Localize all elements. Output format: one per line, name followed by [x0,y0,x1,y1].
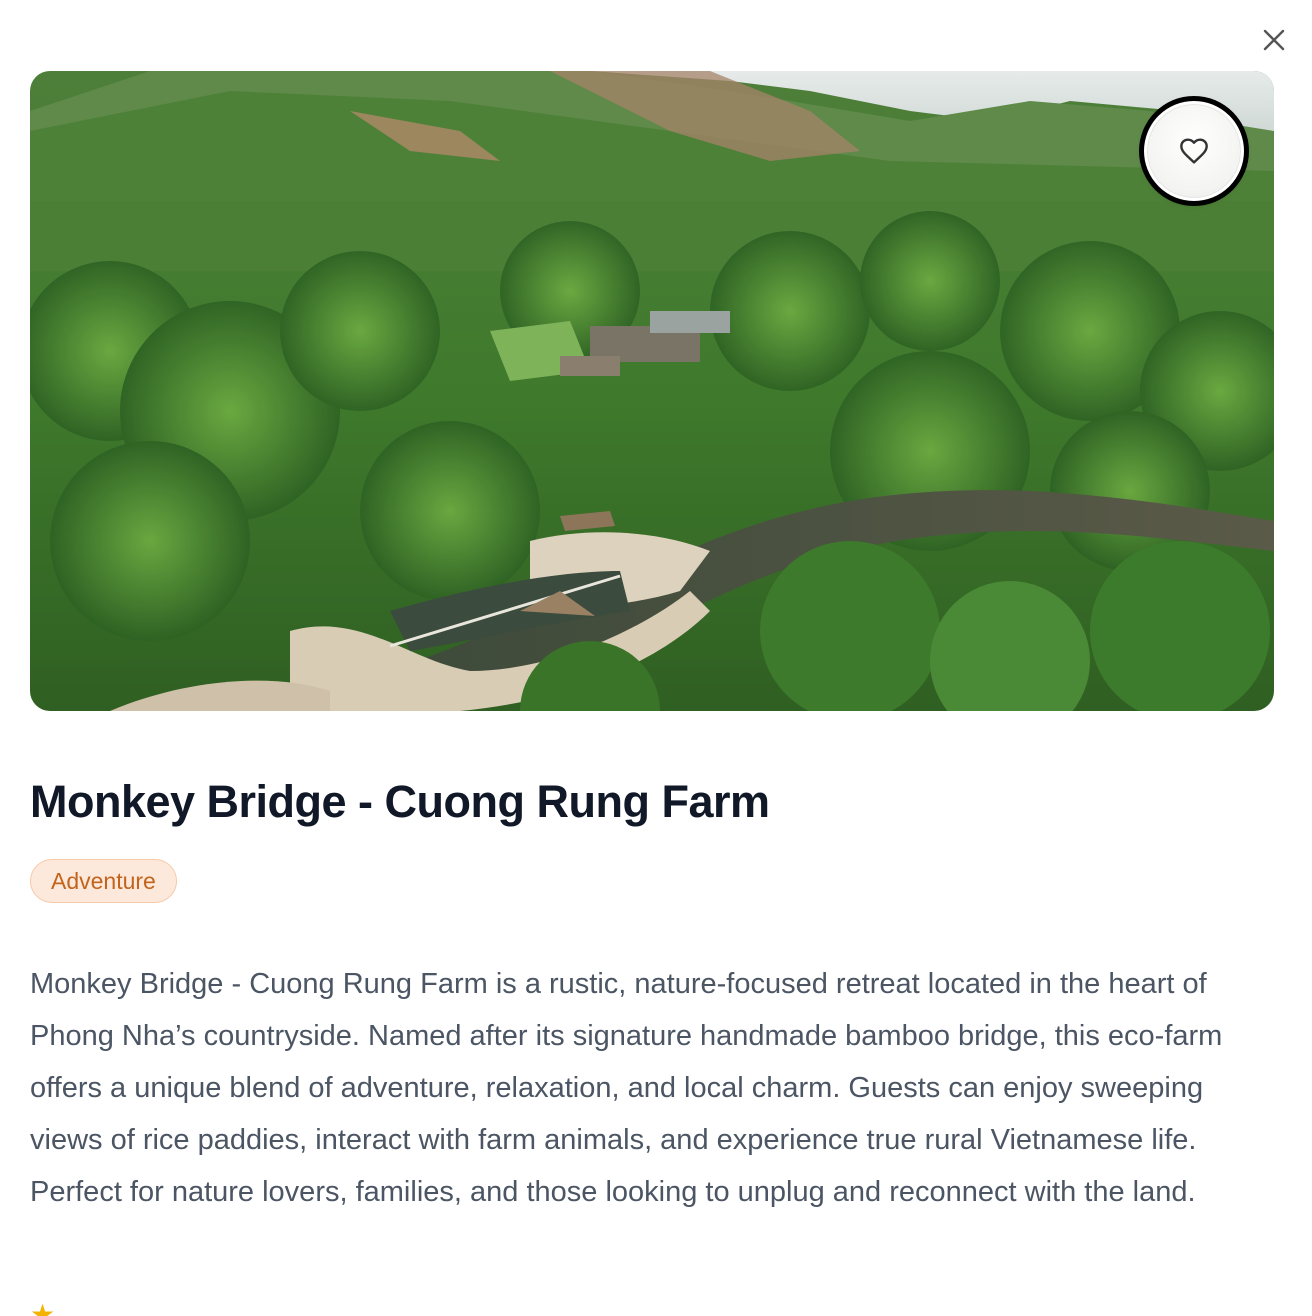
close-icon [1263,29,1285,51]
favorite-button[interactable] [1139,96,1249,206]
rating-row: ★ [30,1298,55,1316]
close-button[interactable] [1256,22,1292,58]
hero-image [30,71,1274,711]
favorite-button-face [1144,101,1244,201]
star-icon: ★ [30,1299,56,1316]
heart-icon [1180,138,1208,164]
attraction-modal: Monkey Bridge - Cuong Rung Farm Adventur… [0,0,1312,1316]
page-title: Monkey Bridge - Cuong Rung Farm [30,776,770,827]
category-tag: Adventure [30,859,177,903]
description: Monkey Bridge - Cuong Rung Farm is a rus… [30,968,1223,1208]
